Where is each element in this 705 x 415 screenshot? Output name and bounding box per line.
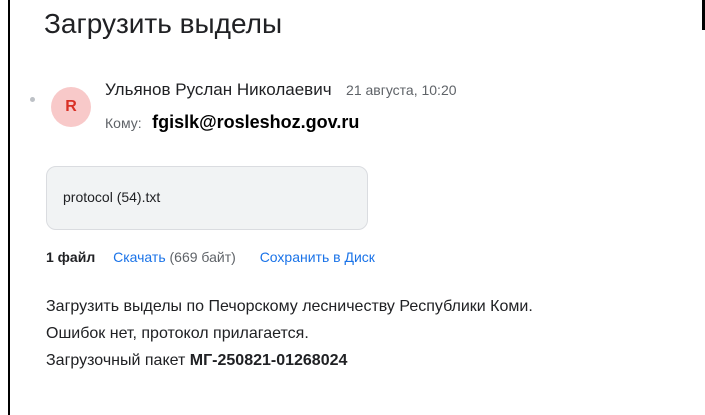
download-link[interactable]: Скачать bbox=[113, 249, 166, 265]
window-border-left bbox=[8, 0, 10, 415]
body-line-1: Загрузить выделы по Печорскому лесничест… bbox=[46, 298, 533, 315]
recipient-line: Кому: fgislk@rosleshoz.gov.ru bbox=[105, 112, 359, 133]
file-size: (669 байт) bbox=[169, 249, 236, 265]
body-line-3: Загрузочный пакет МГ-250821-01268024 bbox=[46, 347, 533, 374]
sender-name[interactable]: Ульянов Руслан Николаевич bbox=[105, 80, 332, 99]
email-subject: Загрузить выделы bbox=[44, 8, 283, 39]
avatar-letter: R bbox=[65, 98, 77, 115]
package-label: Загрузочный пакет bbox=[46, 352, 190, 369]
sender-avatar[interactable]: R bbox=[51, 87, 91, 127]
unread-dot-icon bbox=[30, 97, 35, 102]
attachment-filename: protocol (54).txt bbox=[63, 189, 161, 205]
email-body: Загрузить выделы по Печорскому лесничест… bbox=[46, 293, 533, 374]
save-to-drive-link[interactable]: Сохранить в Диск bbox=[260, 249, 375, 265]
body-line-2: Ошибок нет, протокол прилагается. bbox=[46, 325, 309, 342]
attachment-actions: 1 файл Скачать (669 байт) Сохранить в Ди… bbox=[46, 249, 375, 265]
files-count: 1 файл bbox=[46, 249, 96, 265]
package-code: МГ-250821-01268024 bbox=[189, 352, 348, 369]
to-label: Кому: bbox=[105, 115, 142, 131]
email-date: 21 августа, 10:20 bbox=[346, 82, 457, 98]
sender-line: Ульянов Руслан Николаевич 21 августа, 10… bbox=[105, 80, 457, 100]
attachment-card[interactable]: protocol (54).txt bbox=[46, 166, 368, 230]
recipient-email[interactable]: fgislk@rosleshoz.gov.ru bbox=[152, 112, 359, 132]
